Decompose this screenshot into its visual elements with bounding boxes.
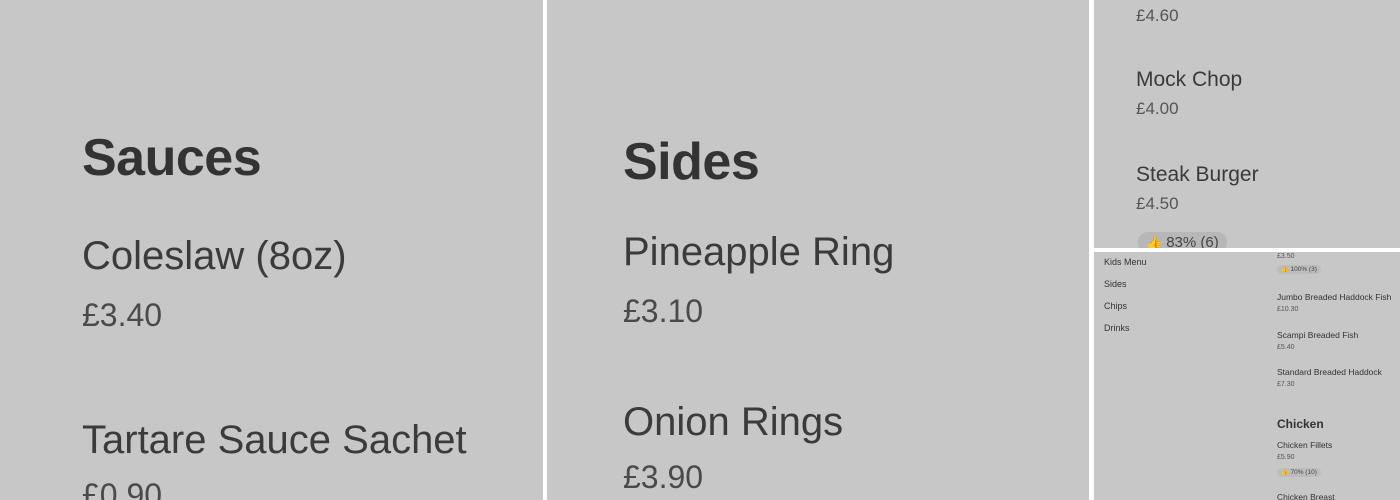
menu-item-name: Coleslaw (8oz) <box>82 234 347 278</box>
menu-item-name: Jumbo Breaded Haddock Fish <box>1277 292 1392 302</box>
menu-item-price: £7.30 <box>1277 381 1295 388</box>
menu-item[interactable]: Onion Rings £3.90 <box>623 400 843 496</box>
menu-items-zoom: £4.60 Mock Chop £4.00 Steak Burger £4.50… <box>1094 0 1400 248</box>
menu-item[interactable]: Pineapple Ring £3.10 <box>623 230 894 330</box>
menu-item-name: Chicken Breast <box>1277 492 1335 500</box>
category-link-chips[interactable]: Chips <box>1104 301 1147 323</box>
menu-item-price: £4.00 <box>1136 99 1179 118</box>
menu-item-price: £3.40 <box>82 297 163 333</box>
menu-item-price: £4.60 <box>1136 6 1179 25</box>
thumbs-up-icon: 👍 <box>1281 470 1289 476</box>
rating-badge: 👍 100% (3) <box>1277 265 1321 274</box>
menu-item[interactable]: Steak Burger £4.50 <box>1136 163 1259 214</box>
menu-item-name: Mock Chop <box>1136 68 1243 91</box>
category-link-kids-menu[interactable]: Kids Menu <box>1104 257 1147 279</box>
menu-item-name: Pineapple Ring <box>623 230 895 274</box>
menu-item-name: Onion Rings <box>623 400 844 444</box>
section-heading-sauces: Sauces <box>82 129 262 187</box>
menu-item[interactable]: Chicken Fillets £5.90 👍 70% (10) <box>1277 440 1332 479</box>
menu-item-name: Chicken Fillets <box>1277 440 1333 450</box>
section-heading-chicken: Chicken <box>1277 417 1324 431</box>
menu-item-price: £10.30 <box>1277 306 1299 313</box>
menu-overview: Kids Menu Sides Chips Drinks £3.50 👍 100%… <box>1094 252 1400 500</box>
menu-item-name: Steak Burger <box>1136 163 1259 186</box>
menu-item-price: £3.50 <box>1277 253 1295 260</box>
rating-badge: 👍 83% (6) <box>1138 232 1227 248</box>
rating-badge: 👍 70% (10) <box>1277 468 1321 477</box>
menu-item[interactable]: Standard Breaded Haddock £7.30 <box>1277 367 1382 388</box>
menu-item-price: £0.90 <box>82 477 163 500</box>
menu-item[interactable]: Tartare Sauce Sachet £0.90 <box>82 418 467 500</box>
thumbs-up-icon: 👍 <box>1281 267 1289 273</box>
category-nav: Kids Menu Sides Chips Drinks <box>1104 257 1147 345</box>
sauces-section: Sauces Coleslaw (8oz) £3.40 Tartare Sauc… <box>0 0 543 500</box>
category-link-sides[interactable]: Sides <box>1104 279 1147 301</box>
category-link-drinks[interactable]: Drinks <box>1104 323 1147 345</box>
rating-text: 83% (6) <box>1166 234 1219 248</box>
menu-item-name: Tartare Sauce Sachet <box>82 418 467 462</box>
menu-item-name: Standard Breaded Haddock <box>1277 367 1382 377</box>
menu-item[interactable]: Scampi Breaded Fish £5.40 <box>1277 330 1358 351</box>
rating-text: 70% (10) <box>1290 469 1317 476</box>
menu-item-price: £5.40 <box>1277 344 1295 351</box>
thumbs-up-icon: 👍 <box>1146 235 1163 248</box>
menu-item[interactable]: Mock Chop £4.00 <box>1136 68 1242 119</box>
section-heading-sides: Sides <box>623 133 760 191</box>
menu-item[interactable]: Coleslaw (8oz) £3.40 <box>82 234 347 334</box>
menu-item[interactable]: Chicken Breast <box>1277 492 1335 500</box>
sides-section: Sides Pineapple Ring £3.10 Onion Rings £… <box>547 0 1089 500</box>
menu-item-price: £4.50 <box>1136 194 1179 213</box>
rating-text: 100% (3) <box>1290 266 1317 273</box>
menu-item[interactable]: Jumbo Breaded Haddock Fish £10.30 <box>1277 292 1391 313</box>
menu-item-price: £5.90 <box>1277 454 1295 461</box>
menu-item-name: Scampi Breaded Fish <box>1277 330 1359 340</box>
menu-item-price: £3.90 <box>623 459 704 495</box>
menu-item-price: £3.10 <box>623 293 704 329</box>
